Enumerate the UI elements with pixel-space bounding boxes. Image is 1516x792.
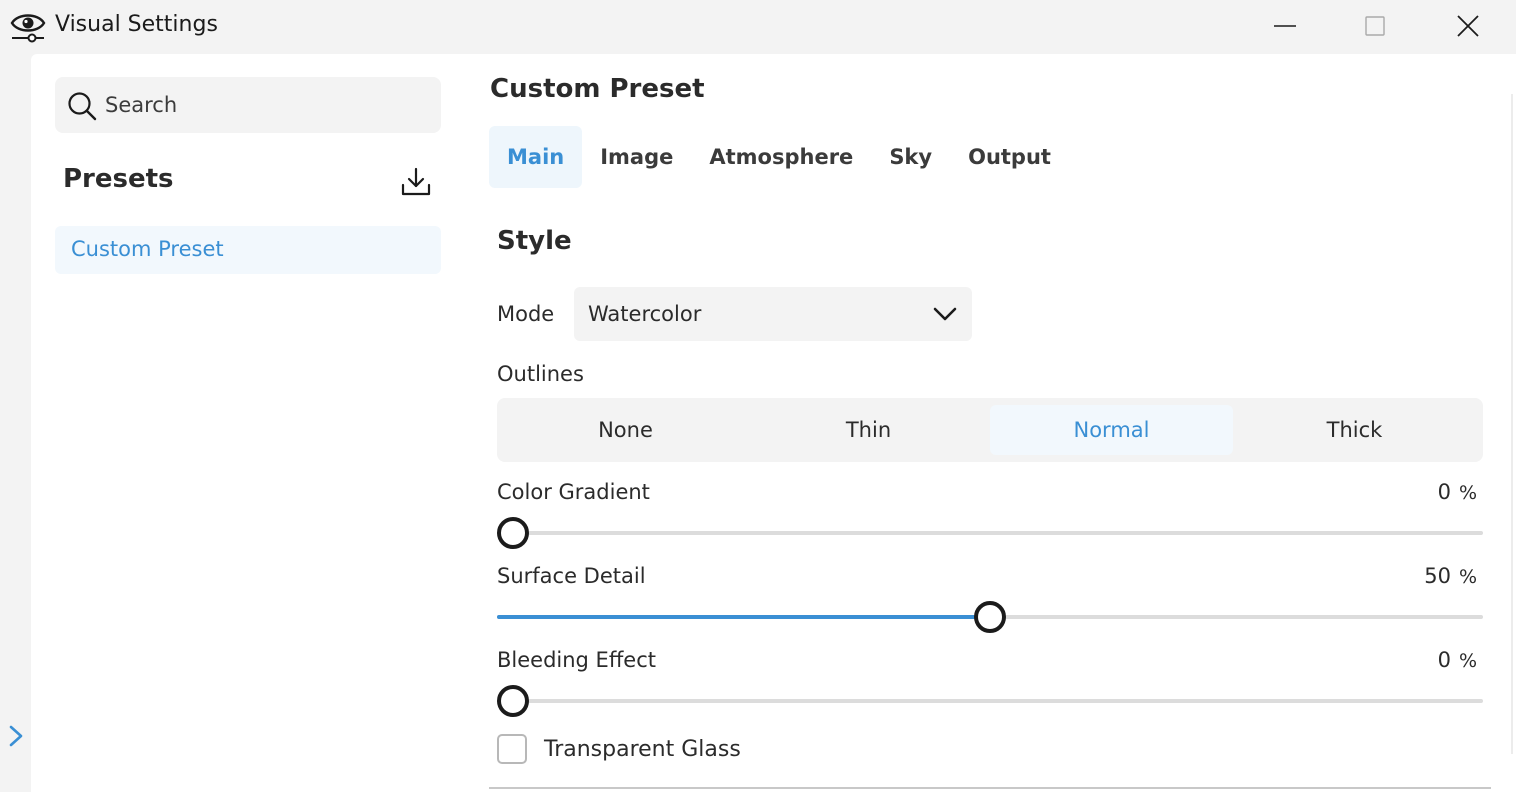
slider-value: 0 <box>1437 480 1451 504</box>
maximize-button[interactable] <box>1330 0 1420 52</box>
slider-fill <box>497 615 990 619</box>
page-title: Custom Preset <box>490 74 705 104</box>
close-button[interactable] <box>1423 0 1513 52</box>
content-panel: Presets Custom Preset Custom Preset Main… <box>31 54 1516 792</box>
divider <box>489 787 1491 789</box>
scrollbar-track[interactable] <box>1511 94 1513 754</box>
tab-atmosphere[interactable]: Atmosphere <box>691 126 871 188</box>
mode-label: Mode <box>497 302 555 326</box>
slider-unit: % <box>1458 482 1477 504</box>
chevron-right-icon[interactable] <box>6 725 26 747</box>
slider-label: Bleeding Effect <box>497 648 656 672</box>
slider-thumb[interactable] <box>497 517 529 549</box>
slider-value: 0 <box>1437 648 1451 672</box>
section-title-style: Style <box>497 226 572 256</box>
slider-value: 50 <box>1424 564 1451 588</box>
slider-label: Surface Detail <box>497 564 646 588</box>
slider-color-gradient: Color Gradient 0 % <box>497 480 1483 554</box>
slider-bleeding-effect: Bleeding Effect 0 % <box>497 648 1483 722</box>
slider-track[interactable] <box>497 601 1483 633</box>
slider-surface-detail: Surface Detail 50 % <box>497 564 1483 638</box>
slider-thumb[interactable] <box>974 601 1006 633</box>
preset-item-custom[interactable]: Custom Preset <box>55 226 441 274</box>
minimize-button[interactable] <box>1240 0 1330 52</box>
window-title: Visual Settings <box>55 12 218 37</box>
checkbox-label: Transparent Glass <box>544 736 741 762</box>
tab-sky[interactable]: Sky <box>871 126 950 188</box>
slider-unit: % <box>1458 650 1477 672</box>
tab-image[interactable]: Image <box>582 126 691 188</box>
slider-track[interactable] <box>497 517 1483 549</box>
minimize-icon <box>1274 25 1296 27</box>
mode-selected-value: Watercolor <box>588 302 702 326</box>
slider-thumb[interactable] <box>497 685 529 717</box>
eye-settings-icon <box>10 14 46 43</box>
mode-dropdown[interactable]: Watercolor <box>574 287 972 341</box>
title-bar: Visual Settings <box>0 0 1516 54</box>
slider-track[interactable] <box>497 685 1483 717</box>
preset-item-label: Custom Preset <box>71 237 224 261</box>
tab-main[interactable]: Main <box>489 126 583 188</box>
slider-unit: % <box>1458 566 1477 588</box>
outlines-option-thick[interactable]: Thick <box>1233 405 1476 455</box>
outlines-label: Outlines <box>497 362 584 386</box>
outlines-option-thin[interactable]: Thin <box>747 405 990 455</box>
search-input[interactable] <box>105 77 425 133</box>
close-icon <box>1457 15 1479 37</box>
tab-output[interactable]: Output <box>950 126 1069 188</box>
transparent-glass-option[interactable]: Transparent Glass <box>497 733 741 765</box>
transparent-glass-checkbox[interactable] <box>497 734 527 764</box>
outlines-option-normal[interactable]: Normal <box>990 405 1233 455</box>
tab-bar: Main Image Atmosphere Sky Output <box>489 126 1069 188</box>
search-box[interactable] <box>55 77 441 133</box>
outlines-segmented-control: None Thin Normal Thick <box>497 398 1483 462</box>
search-icon <box>68 92 97 121</box>
left-gutter <box>0 54 31 792</box>
download-icon[interactable] <box>400 166 432 198</box>
presets-heading: Presets <box>63 164 174 194</box>
chevron-down-icon <box>933 307 957 321</box>
slider-label: Color Gradient <box>497 480 650 504</box>
outlines-option-none[interactable]: None <box>504 405 747 455</box>
maximize-icon <box>1365 16 1385 36</box>
